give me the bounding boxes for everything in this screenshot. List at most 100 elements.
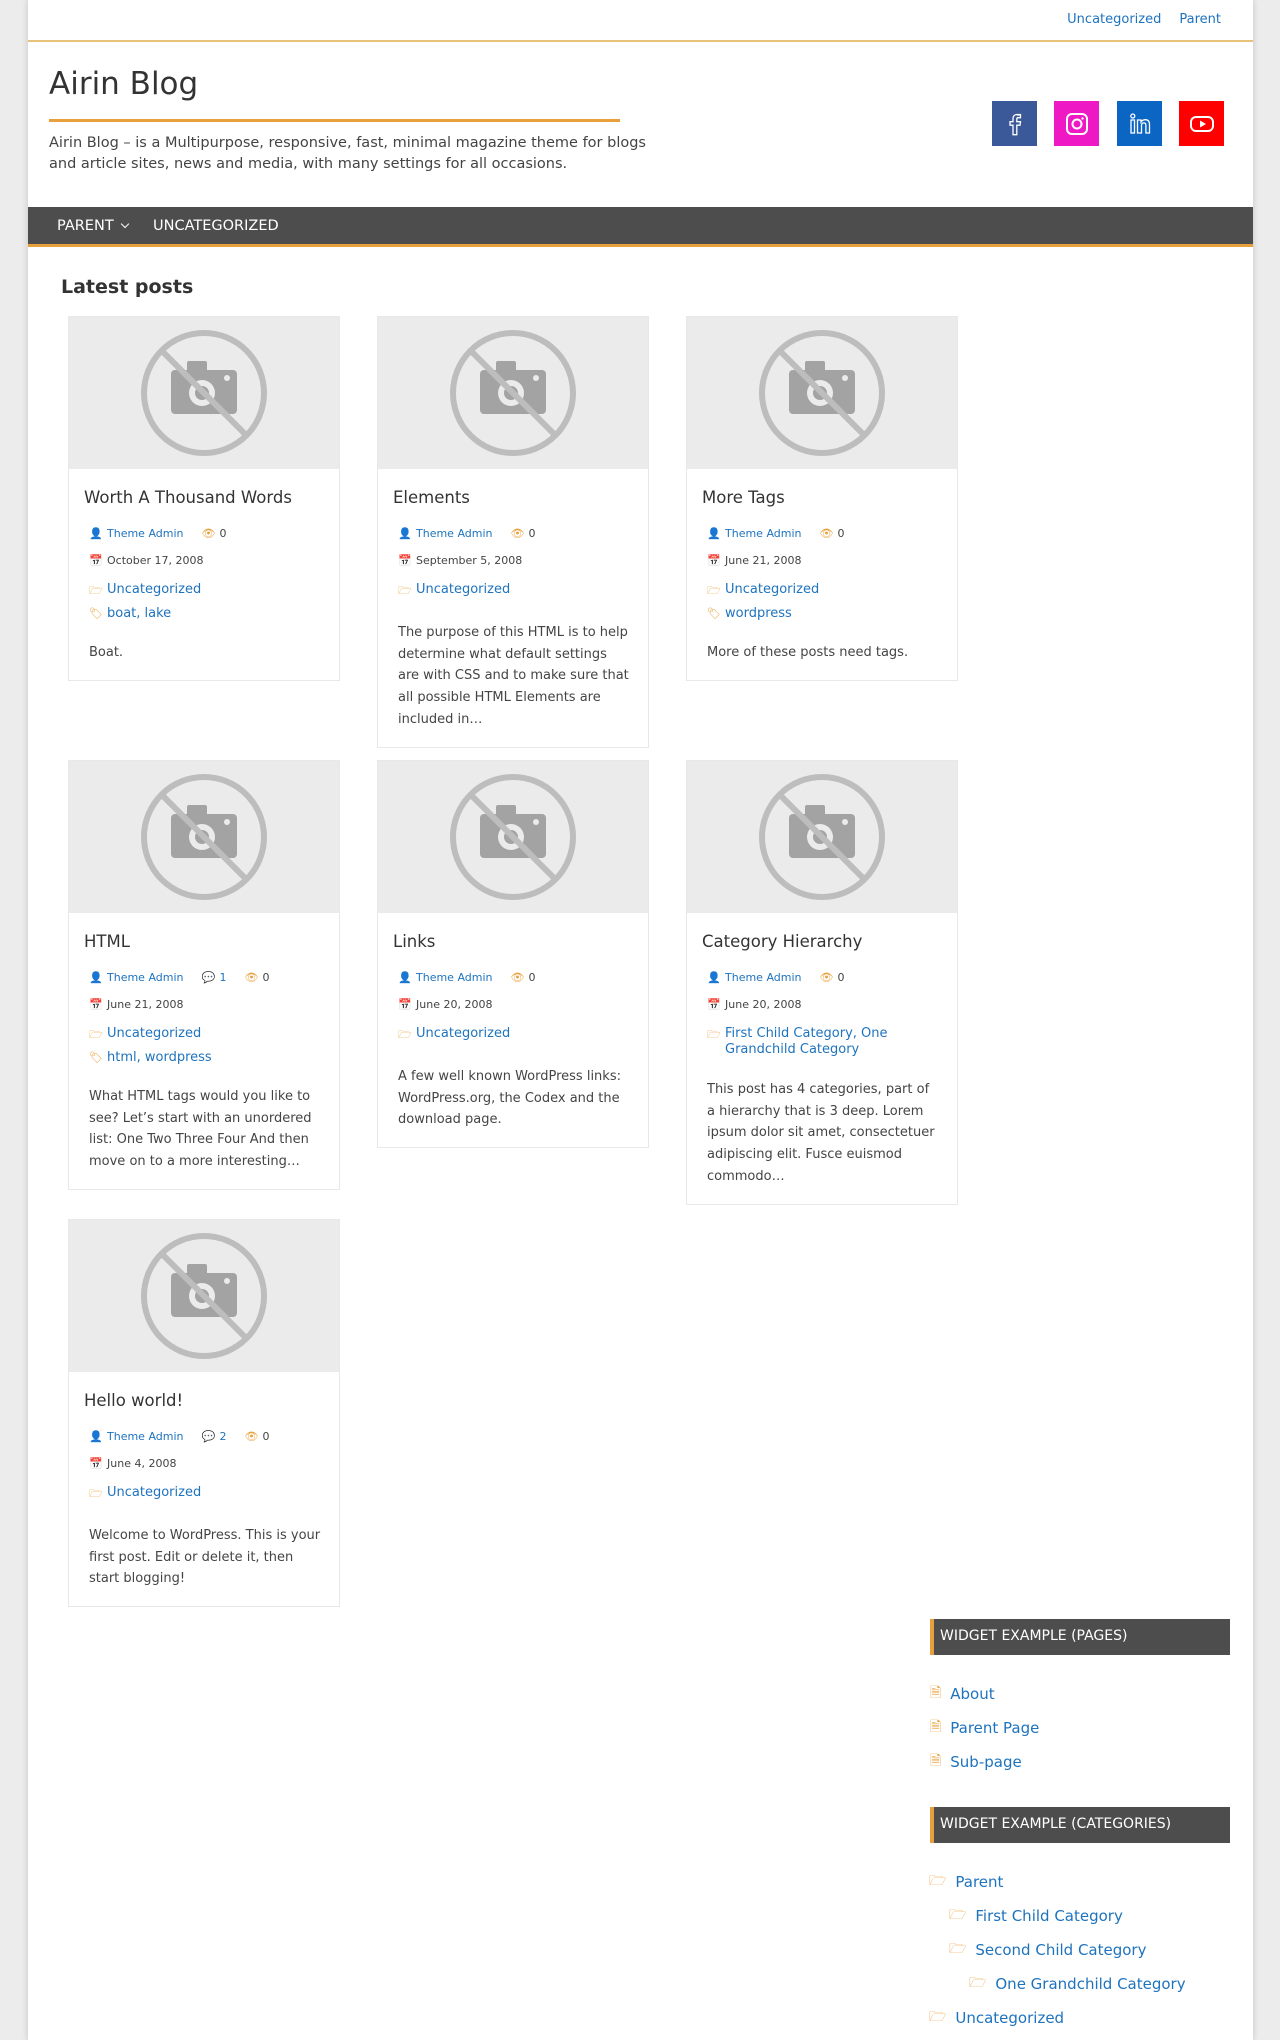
post-excerpt: What HTML tags would you like to see? Le…	[89, 1089, 312, 1170]
widget-page-label: Parent Page	[950, 1719, 1040, 1737]
facebook-link[interactable]	[992, 101, 1037, 146]
folder-icon: 🗁	[89, 1487, 103, 1500]
post-meta-author: 👤 Theme Admin 👁 0	[89, 527, 339, 540]
post-tags[interactable]: boat, lake	[107, 606, 171, 621]
post-excerpt: More of these posts need tags.	[707, 645, 909, 660]
instagram-link[interactable]	[1054, 101, 1099, 146]
post-meta-categories: 🗁 First Child Category, One Grandchild Ca…	[707, 1026, 957, 1058]
post-date: October 17, 2008	[107, 554, 204, 567]
post-excerpt: A few well known WordPress links: WordPr…	[398, 1069, 621, 1128]
widget-category-label: Uncategorized	[955, 2009, 1065, 2027]
linkedin-link[interactable]	[1117, 101, 1162, 146]
post-meta-tags: 🏷 wordpress	[707, 606, 957, 621]
top-links: Uncategorized Parent	[1067, 12, 1221, 27]
top-link-uncategorized[interactable]: Uncategorized	[1067, 12, 1161, 27]
post-author[interactable]: Theme Admin	[107, 971, 184, 984]
post-card: More Tags 👤 Theme Admin 👁 0 📅 June 21, 2008 🗁 Un…	[686, 316, 958, 681]
post-title[interactable]: HTML	[84, 932, 339, 951]
post-meta-author: 👤 Theme Admin 💬 2 👁 0	[89, 1430, 339, 1443]
top-link-parent[interactable]: Parent	[1179, 12, 1221, 27]
post-date: June 20, 2008	[416, 998, 493, 1011]
folder-icon: 🗁	[969, 1975, 987, 1991]
post-title[interactable]: Category Hierarchy	[702, 932, 957, 951]
post-title[interactable]: More Tags	[702, 488, 957, 507]
youtube-link[interactable]	[1179, 101, 1224, 146]
eye-icon: 👁	[201, 527, 216, 540]
calendar-icon: 📅	[89, 998, 103, 1011]
view-count: 0	[837, 971, 845, 984]
post-categories[interactable]: Uncategorized	[416, 582, 510, 598]
folder-icon: 🗁	[949, 1907, 967, 1923]
widget-page-link[interactable]: 🗎 Sub-page	[930, 1750, 1022, 1774]
title-underline	[49, 119, 620, 122]
section-title: Latest posts	[61, 276, 194, 298]
instagram-icon	[1065, 112, 1088, 135]
view-count: 0	[528, 527, 536, 540]
view-count: 0	[528, 971, 536, 984]
folder-icon: 🗁	[398, 1028, 412, 1041]
post-author[interactable]: Theme Admin	[725, 971, 802, 984]
post-thumbnail[interactable]	[69, 1220, 339, 1372]
post-thumbnail[interactable]	[687, 317, 957, 469]
calendar-icon: 📅	[89, 554, 103, 567]
post-meta-author: 👤 Theme Admin 👁 0	[707, 971, 957, 984]
post-title[interactable]: Worth A Thousand Words	[84, 488, 339, 507]
view-count: 0	[262, 1430, 270, 1443]
widget-category-label: One Grandchild Category	[995, 1975, 1186, 1993]
post-meta-date: 📅 June 20, 2008	[398, 998, 648, 1011]
post-thumbnail[interactable]	[378, 761, 648, 913]
post-thumbnail[interactable]	[687, 761, 957, 913]
widget-page-link[interactable]: 🗎 About	[930, 1682, 995, 1706]
site-tagline: Airin Blog – is a Multipurpose, responsi…	[49, 135, 646, 172]
nav-item-parent[interactable]: PARENT	[57, 218, 129, 234]
page: Uncategorized Parent Airin Blog Airin Bl…	[28, 0, 1253, 2040]
post-title[interactable]: Hello world!	[84, 1391, 339, 1410]
post-author[interactable]: Theme Admin	[416, 527, 493, 540]
post-thumbnail[interactable]	[69, 317, 339, 469]
post-card: Hello world! 👤 Theme Admin 💬 2 👁 0 📅 June 4, 200…	[68, 1219, 340, 1608]
post-meta-categories: 🗁 Uncategorized	[89, 1485, 339, 1504]
widget-category-link[interactable]: 🗁 First Child Category	[949, 1904, 1123, 1928]
post-thumbnail[interactable]	[69, 761, 339, 913]
site-title[interactable]: Airin Blog	[49, 66, 198, 102]
post-categories[interactable]: Uncategorized	[107, 582, 201, 598]
post-excerpt: The purpose of this HTML is to help dete…	[398, 625, 629, 727]
nav-item-label: PARENT	[57, 218, 114, 234]
widget-category-link[interactable]: 🗁 One Grandchild Category	[969, 1972, 1186, 1996]
post-title[interactable]: Elements	[393, 488, 648, 507]
comment-icon: 💬	[201, 971, 216, 984]
chevron-down-icon	[120, 219, 129, 229]
user-icon: 👤	[89, 527, 103, 540]
post-categories[interactable]: Uncategorized	[107, 1026, 201, 1042]
post-tags[interactable]: wordpress	[725, 606, 792, 621]
post-tags[interactable]: html, wordpress	[107, 1050, 212, 1065]
widget-page-link[interactable]: 🗎 Parent Page	[930, 1716, 1039, 1740]
linkedin-icon	[1129, 112, 1150, 134]
post-title[interactable]: Links	[393, 932, 648, 951]
post-categories[interactable]: Uncategorized	[725, 582, 819, 598]
folder-icon: 🗁	[89, 1028, 103, 1041]
post-author[interactable]: Theme Admin	[107, 527, 184, 540]
comment-count[interactable]: 2	[220, 1430, 227, 1443]
folder-icon: 🗁	[707, 584, 721, 597]
folder-icon: 🗁	[707, 1028, 721, 1041]
post-categories[interactable]: First Child Category, One Grandchild Cat…	[725, 1026, 957, 1058]
user-icon: 👤	[707, 971, 721, 984]
post-meta-tags: 🏷 boat, lake	[89, 606, 339, 621]
widget-category-link[interactable]: 🗁 Uncategorized	[929, 2006, 1064, 2030]
post-author[interactable]: Theme Admin	[725, 527, 802, 540]
widget-category-link[interactable]: 🗁 Parent	[929, 1870, 1003, 1894]
post-meta-date: 📅 October 17, 2008	[89, 554, 339, 567]
post-categories[interactable]: Uncategorized	[416, 1026, 510, 1042]
view-count: 0	[262, 971, 270, 984]
post-author[interactable]: Theme Admin	[416, 971, 493, 984]
post-categories[interactable]: Uncategorized	[107, 1485, 201, 1501]
post-author[interactable]: Theme Admin	[107, 1430, 184, 1443]
comment-count[interactable]: 1	[220, 971, 227, 984]
post-thumbnail[interactable]	[378, 317, 648, 469]
widget-category-link[interactable]: 🗁 Second Child Category	[949, 1938, 1146, 1962]
user-icon: 👤	[398, 527, 412, 540]
user-icon: 👤	[89, 971, 103, 984]
post-meta-tags: 🏷 html, wordpress	[89, 1050, 339, 1065]
nav-item-uncategorized[interactable]: UNCATEGORIZED	[153, 218, 279, 234]
